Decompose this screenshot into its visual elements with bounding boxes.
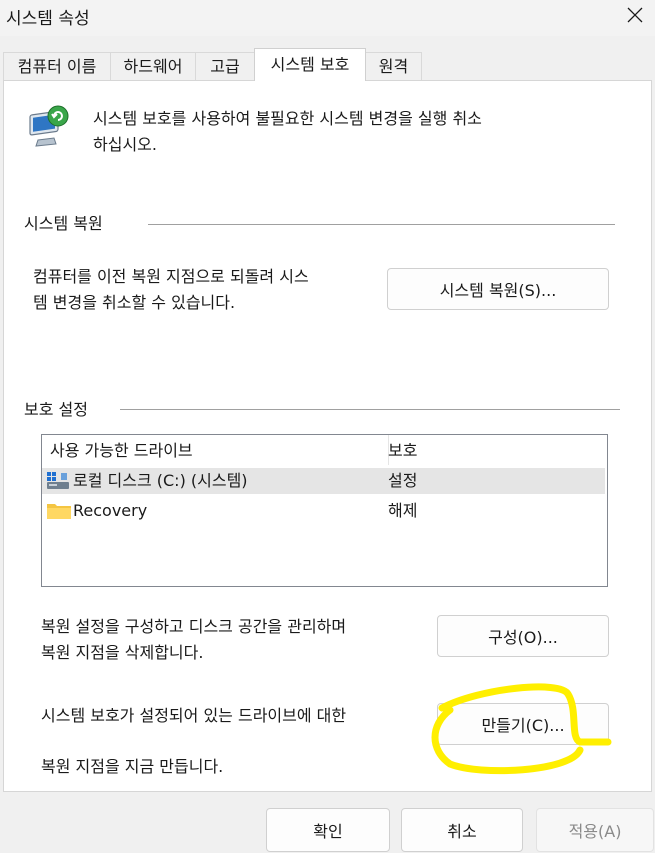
tab-hardware[interactable]: 하드웨어 — [110, 52, 196, 80]
close-button[interactable] — [615, 0, 655, 30]
restore-section-heading: 시스템 복원 — [24, 214, 103, 233]
restore-desc-line2: 템 변경을 취소할 수 있습니다. — [33, 293, 236, 312]
drive-name: Recovery — [73, 501, 148, 520]
drive-protection-status: 설정 — [388, 471, 418, 490]
configure-desc-line2: 복원 지점을 삭제합니다. — [41, 643, 204, 662]
folder-icon — [47, 502, 71, 528]
system-protection-icon — [29, 105, 69, 147]
intro-text-line2: 하십시오. — [93, 135, 157, 154]
ok-button[interactable]: 확인 — [266, 808, 390, 852]
close-icon — [627, 7, 643, 23]
highlight-circle-annotation — [431, 683, 612, 775]
tab-computer-name[interactable]: 컴퓨터 이름 — [3, 52, 111, 80]
system-restore-button[interactable]: 시스템 복원(S)... — [387, 268, 609, 310]
drives-listview[interactable]: 사용 가능한 드라이브 보호 로컬 디스크 (C:) (시스템) 설정 Reco… — [41, 434, 608, 587]
column-header-protection[interactable]: 보호 — [388, 435, 588, 465]
drive-row-c[interactable]: 로컬 디스크 (C:) (시스템) 설정 — [42, 468, 605, 494]
drive-row-recovery[interactable]: Recovery 해제 — [42, 498, 605, 524]
protection-section-heading: 보호 설정 — [24, 400, 88, 419]
intro-text-line1: 시스템 보호를 사용하여 불필요한 시스템 변경을 실행 취소 — [93, 109, 482, 128]
tab-system-protection[interactable]: 시스템 보호 — [254, 48, 366, 81]
intro-icon-wrap — [24, 102, 72, 154]
column-header-drive[interactable]: 사용 가능한 드라이브 — [42, 435, 389, 465]
configure-desc-line1: 복원 설정을 구성하고 디스크 공간을 관리하며 — [41, 617, 347, 636]
protection-section-divider — [120, 409, 620, 410]
cancel-button[interactable]: 취소 — [401, 808, 523, 852]
restore-desc-line1: 컴퓨터를 이전 복원 지점으로 되돌려 시스 — [33, 267, 309, 286]
system-drive-icon — [47, 472, 69, 498]
drive-protection-status: 해제 — [388, 501, 418, 520]
create-desc-line2: 복원 지점을 지금 만듭니다. — [41, 757, 224, 776]
title-bar: 시스템 속성 — [0, 0, 655, 36]
tab-advanced[interactable]: 고급 — [195, 52, 255, 80]
drive-name: 로컬 디스크 (C:) (시스템) — [73, 471, 248, 490]
window-title: 시스템 속성 — [6, 9, 90, 29]
listview-header: 사용 가능한 드라이브 보호 — [42, 435, 607, 465]
configure-button[interactable]: 구성(O)... — [437, 615, 609, 657]
tab-remote[interactable]: 원격 — [365, 52, 422, 80]
restore-section-divider — [148, 224, 615, 225]
create-desc-line1: 시스템 보호가 설정되어 있는 드라이브에 대한 — [41, 706, 347, 725]
apply-button[interactable]: 적용(A) — [536, 808, 654, 852]
